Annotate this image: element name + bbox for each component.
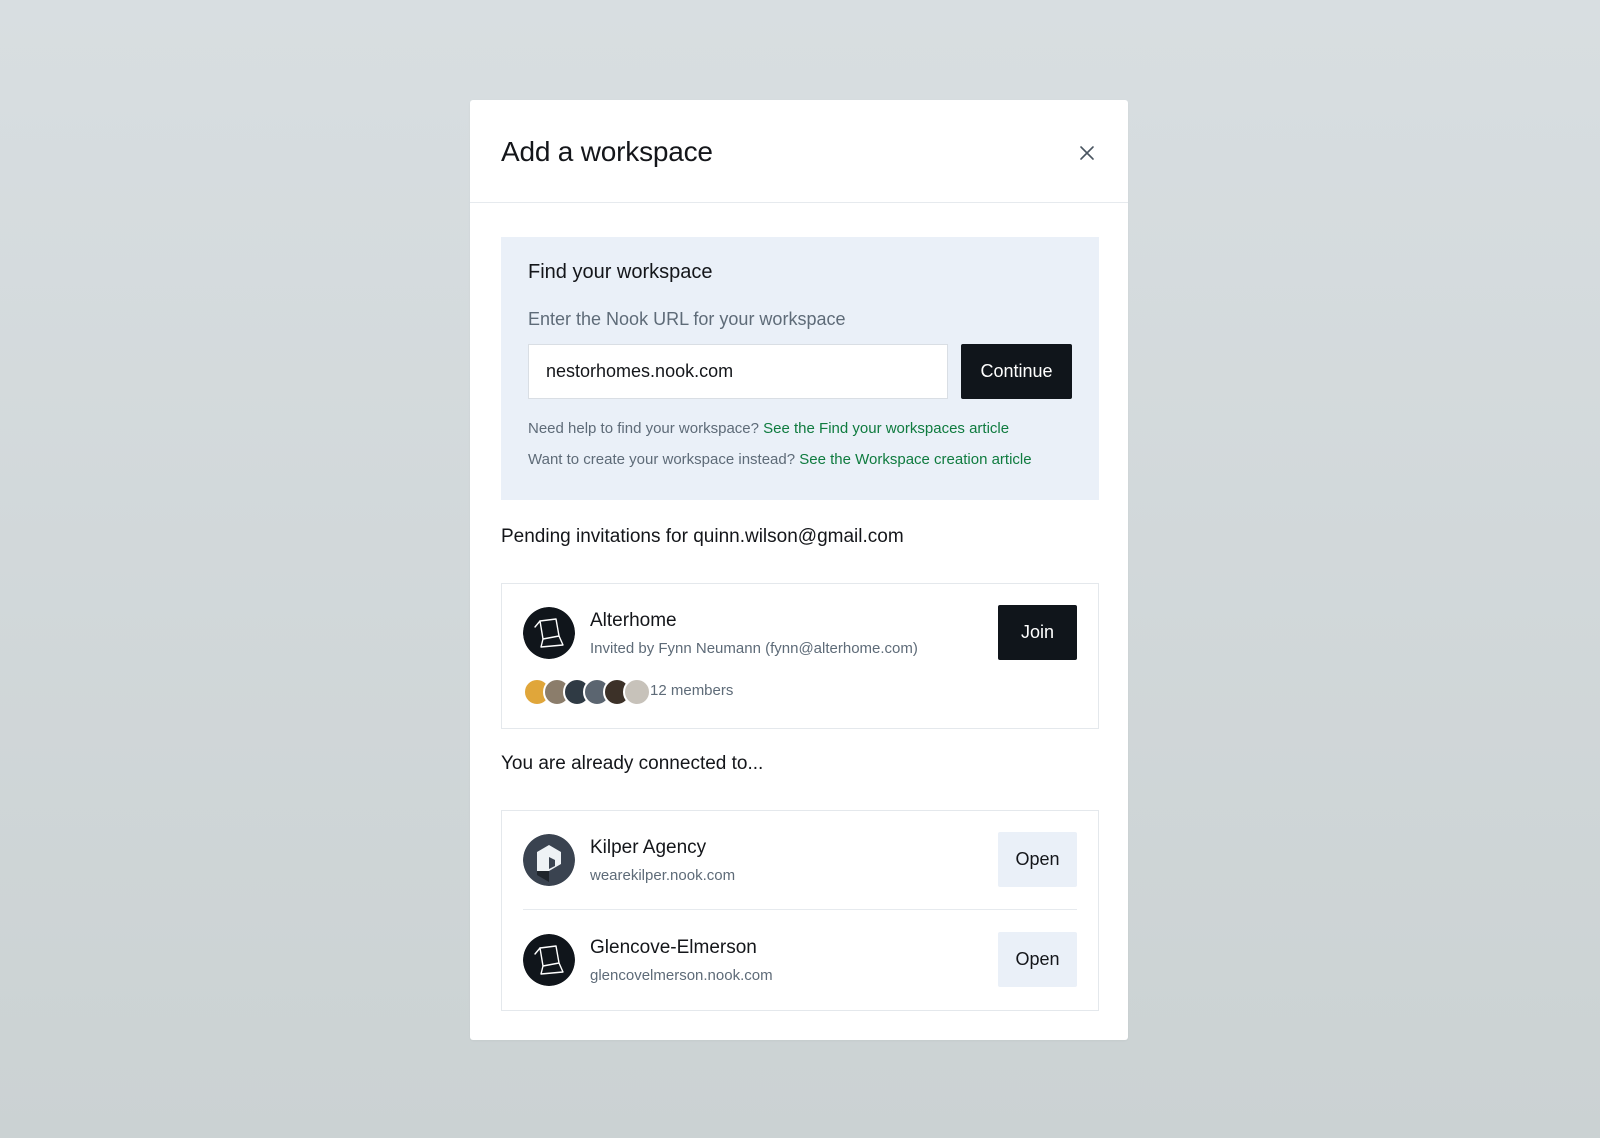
invitation-workspace-name: Alterhome — [590, 610, 677, 631]
open-button-glencove[interactable]: Open — [998, 932, 1077, 987]
find-workspace-panel: Find your workspace Enter the Nook URL f… — [501, 237, 1099, 500]
join-button[interactable]: Join — [998, 605, 1077, 660]
modal-header: Add a workspace — [470, 100, 1128, 203]
add-workspace-modal: Add a workspace Find your workspace Ente… — [470, 100, 1128, 1040]
invitation-card: Alterhome Invited by Fynn Neumann (fynn@… — [501, 583, 1099, 729]
find-help-text: Need help to find your workspace? — [528, 420, 759, 437]
workspace-divider — [523, 909, 1077, 910]
create-help-line: Want to create your workspace instead? S… — [528, 451, 1032, 468]
close-button[interactable] — [1074, 140, 1100, 166]
connected-workspaces-card: Kilper Agency wearekilper.nook.com Open … — [501, 810, 1099, 1011]
connected-workspace-url: glencovelmerson.nook.com — [590, 967, 773, 984]
member-avatar — [623, 678, 651, 706]
glencove-logo-icon — [523, 934, 575, 986]
close-icon — [1080, 146, 1094, 160]
member-avatar-stack — [523, 678, 651, 706]
kilper-logo-icon — [523, 834, 575, 886]
workspace-url-input[interactable] — [528, 344, 948, 399]
find-workspace-title: Find your workspace — [528, 261, 713, 283]
open-button-kilper[interactable]: Open — [998, 832, 1077, 887]
connected-heading: You are already connected to... — [501, 753, 764, 774]
modal-title: Add a workspace — [501, 136, 713, 167]
invitation-invited-by: Invited by Fynn Neumann (fynn@alterhome.… — [590, 640, 918, 657]
member-count: 12 members — [650, 682, 734, 699]
workspace-creation-article-link[interactable]: See the Workspace creation article — [799, 451, 1031, 468]
connected-workspace-url: wearekilper.nook.com — [590, 867, 736, 884]
continue-button[interactable]: Continue — [961, 344, 1072, 399]
create-help-text: Want to create your workspace instead? — [528, 451, 796, 468]
alterhome-logo-icon — [523, 607, 575, 659]
connected-workspace-name: Kilper Agency — [590, 837, 707, 858]
pending-invitations-heading: Pending invitations for quinn.wilson@gma… — [501, 526, 904, 547]
find-workspaces-article-link[interactable]: See the Find your workspaces article — [763, 420, 1009, 437]
connected-workspace-name: Glencove-Elmerson — [590, 937, 757, 958]
find-workspace-subtitle: Enter the Nook URL for your workspace — [528, 309, 846, 329]
find-help-line: Need help to find your workspace? See th… — [528, 420, 1009, 437]
